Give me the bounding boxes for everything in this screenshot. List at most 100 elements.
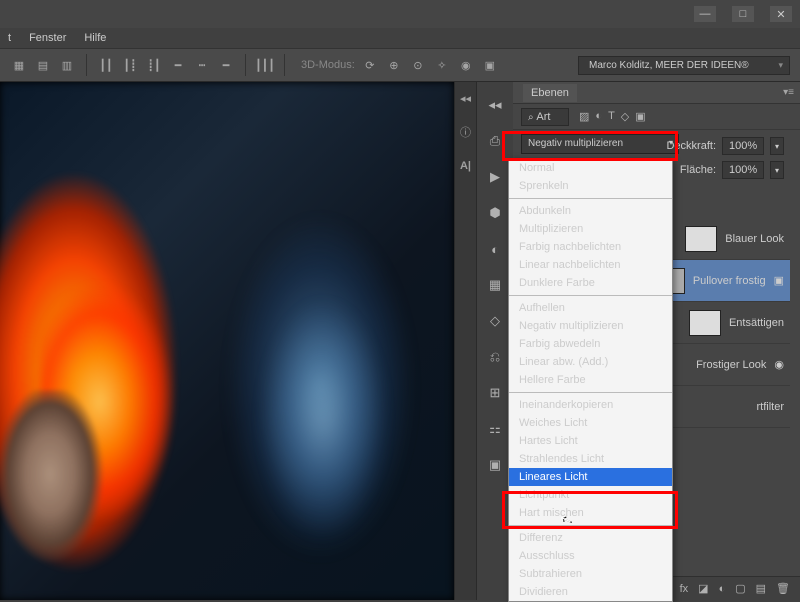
swatches-icon[interactable]: ⬢ [484,202,506,224]
close-button[interactable]: ✕ [770,6,792,22]
panel-tabs: Ebenen ▾≡ [513,82,800,104]
fill-input[interactable]: 100% [722,161,764,179]
blend-option[interactable]: Normal [509,159,672,177]
mode-label: 3D-Modus: [301,59,355,71]
blend-option[interactable]: Differenz [509,529,672,547]
fill-label: Fläche: [680,164,716,176]
blend-option[interactable]: Subtrahieren [509,565,672,583]
align-icon[interactable]: ▤ [34,56,52,74]
menubar: t Fenster Hilfe [0,28,800,48]
panel-icon[interactable]: ◇ [484,310,506,332]
fill-slider-toggle[interactable]: ▾ [770,161,784,179]
blend-option[interactable]: Strahlendes Licht [509,450,672,468]
3d-icon[interactable]: ⊙ [409,56,427,74]
blend-option[interactable]: Multiplizieren [509,220,672,238]
blend-option[interactable]: Linear abw. (Add.) [509,353,672,371]
menu-item-hilfe[interactable]: Hilfe [84,32,106,44]
expand-icon[interactable]: ◂◂ [458,90,474,106]
info-icon[interactable]: ⓘ [458,124,474,140]
filter-type-icon[interactable]: T [608,110,615,123]
panel-icon[interactable]: ⊞ [484,382,506,404]
layer-name: Blauer Look [725,233,784,245]
blend-option[interactable]: Sprenkeln [509,177,672,195]
window-titlebar: — □ ✕ [0,0,800,28]
new-layer-icon[interactable]: ▤ [756,582,766,595]
panel-icon[interactable]: ⎌ [484,346,506,368]
layer-name: rtfilter [757,401,785,413]
workspace-selector[interactable]: Marco Kolditz, MEER DER IDEEN® [578,56,790,75]
blend-option[interactable]: Aufhellen [509,299,672,317]
opacity-label: Deckkraft: [666,140,716,152]
align-icon[interactable]: ▥ [58,56,76,74]
blend-option[interactable]: Farbig abwedeln [509,335,672,353]
blend-option[interactable]: Dividieren [509,583,672,601]
blend-option-selected[interactable]: Lineares Licht [509,468,672,486]
trash-icon[interactable]: 🗑 [776,582,790,595]
play-icon[interactable]: ▶ [484,166,506,188]
filter-smart-icon[interactable]: ▣ [635,110,645,123]
smartobject-icon: ▣ [774,274,784,287]
filter-adjust-icon[interactable]: ◐ [595,110,602,123]
menu-item[interactable]: t [8,32,11,44]
fx-icon[interactable]: fx [680,583,689,595]
distribute-icon[interactable]: ━ [169,56,187,74]
layer-name: Frostiger Look [696,359,766,371]
adjustment-icon[interactable]: ◐ [484,238,506,260]
3d-icon[interactable]: ▣ [481,56,499,74]
group-icon[interactable]: ▢ [735,582,745,595]
artwork-smoke [220,262,450,600]
artwork-hand [0,390,120,600]
3d-icon[interactable]: ⊕ [385,56,403,74]
3d-icon[interactable]: ⟳ [361,56,379,74]
blend-mode-select[interactable]: Negativ multiplizieren [521,134,679,154]
expand-icon[interactable]: ◂◂ [484,94,506,116]
align-icon[interactable]: ▦ [10,56,28,74]
blend-option[interactable]: Hellere Farbe [509,371,672,389]
layer-name: Pullover frostig [693,275,766,287]
collapsed-panel-rail: ◂◂ ⓘ A| [454,82,476,600]
panel-icon[interactable]: ⚏ [484,418,506,440]
blend-option[interactable]: Hart mischen [509,504,672,522]
mask-icon[interactable]: ◪ [698,582,708,595]
blend-option[interactable]: Abdunkeln [509,202,672,220]
panel-icon[interactable]: ▣ [484,454,506,476]
distribute-icon[interactable]: ━ [217,56,235,74]
visibility-icon[interactable]: ◉ [774,358,784,371]
blend-option[interactable]: Linear nachbelichten [509,256,672,274]
tab-ebenen[interactable]: Ebenen [523,84,577,102]
layer-filter-kind[interactable]: ⌕ Art [521,108,569,126]
layer-name: Entsättigen [729,317,784,329]
blend-option[interactable]: Weiches Licht [509,414,672,432]
minimize-button[interactable]: — [694,6,716,22]
blend-option[interactable]: Negativ multiplizieren [509,317,672,335]
distribute-icon[interactable]: ┅ [193,56,211,74]
blend-option[interactable]: Dunklere Farbe [509,274,672,292]
opacity-slider-toggle[interactable]: ▾ [770,137,784,155]
3d-icon[interactable]: ◉ [457,56,475,74]
document-canvas[interactable] [0,82,454,600]
blend-option[interactable]: Ineinanderkopieren [509,396,672,414]
distribute-icon[interactable]: ┃┃ [97,56,115,74]
distribute-icon[interactable]: ┃┃┃ [256,56,274,74]
blend-option[interactable]: Lichtpunkt [509,486,672,504]
blend-option[interactable]: Hartes Licht [509,432,672,450]
opacity-input[interactable]: 100% [722,137,764,155]
blend-mode-dropdown[interactable]: Normal Sprenkeln Abdunkeln Multipliziere… [508,158,673,602]
panel-icon[interactable]: ⎙ [484,130,506,152]
filter-pixel-icon[interactable]: ▨ [579,110,589,123]
adjustment-icon[interactable]: ◐ [719,583,726,595]
menu-item-fenster[interactable]: Fenster [29,32,66,44]
maximize-button[interactable]: □ [732,6,754,22]
panel-menu-icon[interactable]: ▾≡ [783,87,794,98]
filter-shape-icon[interactable]: ◇ [621,110,629,123]
blend-option[interactable]: Farbig nachbelichten [509,238,672,256]
char-panel-icon[interactable]: A| [458,158,474,174]
distribute-icon[interactable]: ┃┋ [121,56,139,74]
layer-thumb [685,226,717,252]
blend-option[interactable]: Ausschluss [509,547,672,565]
styles-icon[interactable]: ▦ [484,274,506,296]
options-toolbar: ▦ ▤ ▥ ┃┃ ┃┋ ┋┃ ━ ┅ ━ ┃┃┃ 3D-Modus: ⟳ ⊕ ⊙… [0,48,800,82]
layer-filter-row: ⌕ Art ▨ ◐ T ◇ ▣ [513,104,800,130]
distribute-icon[interactable]: ┋┃ [145,56,163,74]
3d-icon[interactable]: ✧ [433,56,451,74]
